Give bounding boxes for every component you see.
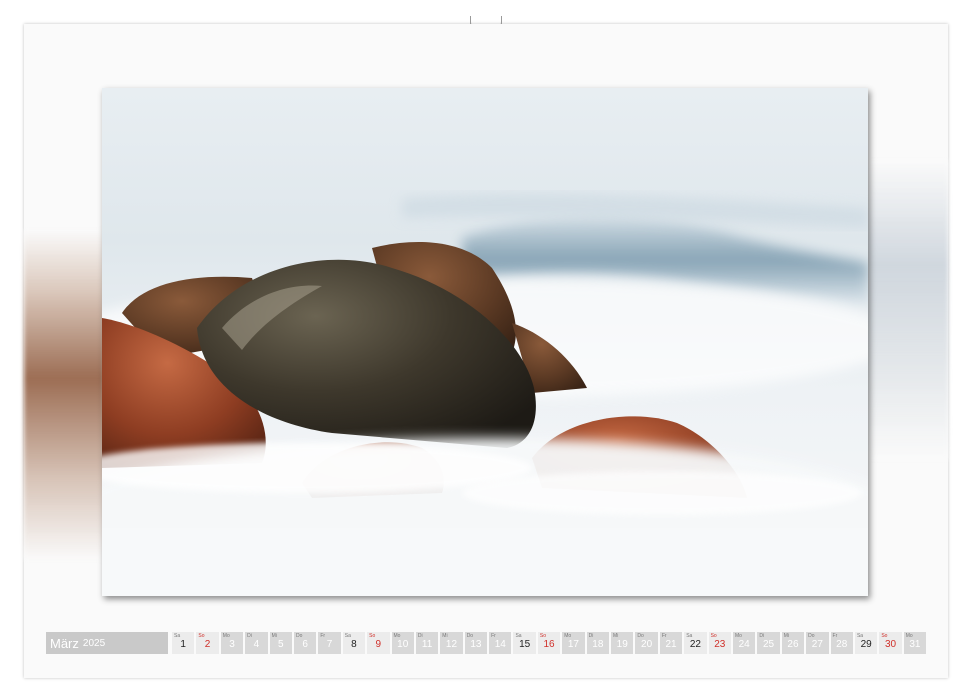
day-number: 15 <box>519 639 531 650</box>
year-label: 2025 <box>82 637 106 649</box>
day-number: 24 <box>738 639 750 650</box>
day-cell: Mo 31 <box>903 632 927 654</box>
day-number: 1 <box>180 639 186 650</box>
day-cell: Sa 8 <box>342 632 366 654</box>
day-number: 11 <box>421 639 433 650</box>
day-number: 3 <box>229 639 235 650</box>
day-number: 20 <box>641 639 653 650</box>
rocks-in-surf-image <box>102 88 868 596</box>
day-cell: Mo 24 <box>732 632 756 654</box>
day-cell: So 30 <box>879 632 902 654</box>
day-cell: So 9 <box>367 632 390 654</box>
day-cell: Mi 26 <box>781 632 805 654</box>
day-number: 26 <box>787 639 799 650</box>
day-cell: So 23 <box>708 632 731 654</box>
day-cell: Do 27 <box>806 632 829 654</box>
day-number: 18 <box>592 639 604 650</box>
day-number: 22 <box>689 639 701 650</box>
day-cells: Sa 1 So 2 Mo 3 Di 4 Mi 5 Do 6 Fr 7 Sa 8 So 9 Mo 10 Di 11 Mi 12 D… <box>172 632 928 656</box>
day-number: 30 <box>884 639 897 650</box>
day-number: 17 <box>567 639 579 650</box>
day-cell: Di 18 <box>586 632 610 654</box>
seascape-photo <box>102 88 868 596</box>
day-number: 5 <box>277 639 284 650</box>
day-number: 19 <box>616 639 628 650</box>
day-cell: Fr 7 <box>318 632 341 654</box>
day-number: 16 <box>543 639 555 650</box>
right-blurred-edge <box>866 160 948 460</box>
day-cell: Do 20 <box>635 632 658 654</box>
day-number: 7 <box>326 639 333 650</box>
day-cell: Do 6 <box>293 632 317 654</box>
day-number: 8 <box>351 639 357 650</box>
day-number: 14 <box>494 639 506 650</box>
day-cell: Do 13 <box>464 632 488 654</box>
day-cell: Sa 29 <box>854 632 878 654</box>
day-number: 28 <box>836 639 848 650</box>
day-cell: Mi 12 <box>440 632 463 654</box>
day-cell: Mi 19 <box>611 632 634 654</box>
day-number: 2 <box>204 639 211 650</box>
day-number: 4 <box>253 639 260 650</box>
day-cell: Di 4 <box>245 632 268 654</box>
day-cell: Sa 22 <box>684 632 707 654</box>
month-name: März <box>50 635 79 651</box>
day-cell: Fr 28 <box>830 632 853 654</box>
day-cell: Mi 5 <box>269 632 292 654</box>
day-cell: So 16 <box>537 632 561 654</box>
day-number: 6 <box>302 639 308 650</box>
month-calendar-strip: März 2025 Sa 1 So 2 Mo 3 Di 4 Mi 5 Do 6 Fr 7 Sa 8 So 9 Mo 1… <box>46 632 928 656</box>
day-number: 23 <box>714 639 726 650</box>
day-cell: Mo 10 <box>391 632 414 654</box>
day-number: 25 <box>763 639 775 650</box>
day-cell: Di 11 <box>415 632 439 654</box>
day-cell: Sa 15 <box>513 632 536 654</box>
day-cell: Di 25 <box>757 632 780 654</box>
day-cell: Fr 14 <box>489 632 512 654</box>
day-number: 9 <box>375 639 382 650</box>
day-number: 31 <box>909 639 921 650</box>
day-number: 27 <box>811 639 823 650</box>
day-number: 10 <box>397 639 409 650</box>
day-number: 29 <box>860 639 872 650</box>
day-cell: Mo 3 <box>220 632 244 654</box>
left-blurred-edge <box>24 230 104 560</box>
month-label-box: März 2025 <box>46 632 168 654</box>
day-number: 13 <box>470 639 482 650</box>
day-cell: Mo 17 <box>562 632 585 654</box>
day-cell: Sa 1 <box>172 632 195 654</box>
day-number: 21 <box>665 639 677 650</box>
day-cell: So 2 <box>196 632 219 654</box>
day-number: 12 <box>445 639 458 650</box>
day-cell: Fr 21 <box>659 632 683 654</box>
